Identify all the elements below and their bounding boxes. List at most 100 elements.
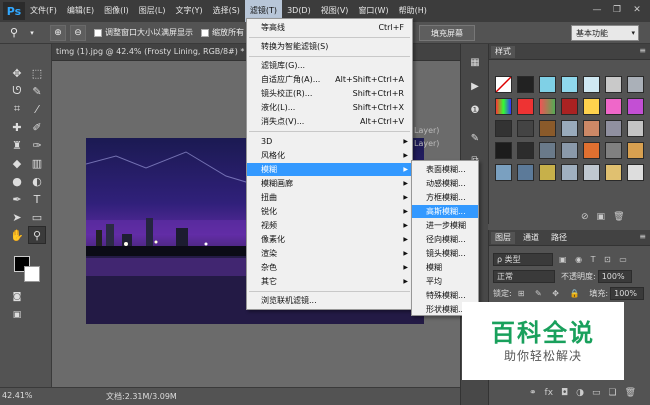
filter-browse-item[interactable]: 浏览联机滤镜... [247,294,412,307]
eraser-tool-icon[interactable]: ◆ [8,154,26,172]
path-select-tool-icon[interactable]: ➤ [8,208,26,226]
blur-motion-item[interactable]: 动感模糊... [412,177,478,190]
filter-last-item[interactable]: 等高线 Ctrl+F [247,21,412,34]
tab-styles[interactable]: 样式 [491,46,515,58]
filter-liquify-item[interactable]: 液化(L)... Shift+Ctrl+X [247,101,412,114]
folder-icon[interactable]: ▭ [592,388,601,398]
filter-distort-item[interactable]: 扭曲 ▶ [247,191,412,204]
filter-other-item[interactable]: 其它 ▶ [247,275,412,288]
filter-3d-item[interactable]: 3D ▶ [247,135,412,148]
blur-lens-item[interactable]: 镜头模糊... [412,247,478,260]
style-swatch[interactable] [605,164,622,181]
brush-tool-icon[interactable]: ✐ [28,118,46,136]
filter-render-item[interactable]: 渲染 ▶ [247,247,412,260]
filter-noise-item[interactable]: 杂色 ▶ [247,261,412,274]
mask-icon[interactable]: ◘ [561,388,568,398]
crop-tool-icon[interactable]: ⌗ [8,100,26,118]
blend-mode-select[interactable]: 正常 [493,269,555,283]
style-swatch[interactable] [627,142,644,159]
gradient-tool-icon[interactable]: ▥ [28,154,46,172]
style-swatch[interactable] [561,120,578,137]
filter-icons[interactable]: ▣ ◉ T ⊡ ▭ [559,255,630,264]
filter-sharpen-item[interactable]: 锐化 ▶ [247,205,412,218]
menu-select[interactable]: 选择(S) [208,0,245,22]
brush-panel-icon[interactable]: ✎ [466,130,484,146]
style-swatch[interactable] [539,98,556,115]
blur-gaussian-item[interactable]: 高斯模糊... [412,205,478,218]
style-swatch[interactable] [561,98,578,115]
quick-mask-icon[interactable]: ◙ [8,288,26,306]
filter-video-item[interactable]: 视频 ▶ [247,219,412,232]
link-icon[interactable]: ⚭ [529,388,537,398]
type-tool-icon[interactable]: T [28,190,46,208]
style-swatch[interactable] [495,98,512,115]
panel-menu-icon[interactable]: ≡ [639,232,646,241]
style-swatch[interactable] [495,76,512,93]
fill-input[interactable]: 100% [610,286,645,300]
resize-windows-checkbox[interactable]: 调整窗口大小以满屏显示 [94,27,193,38]
healing-tool-icon[interactable]: ✚ [8,118,26,136]
lasso-tool-icon[interactable]: ᘎ [8,82,26,100]
style-swatch[interactable] [583,98,600,115]
filter-vanish-item[interactable]: 消失点(V)... Alt+Ctrl+V [247,115,412,128]
menu-type[interactable]: 文字(Y) [170,0,207,22]
style-swatch[interactable] [539,164,556,181]
tab-layers[interactable]: 图层 [491,232,515,244]
style-swatch[interactable] [605,76,622,93]
chevron-down-icon[interactable]: ▾ [24,25,40,41]
tab-paths[interactable]: 路径 [547,232,571,244]
no-style-icon[interactable]: ⊘ [581,212,589,222]
lock-icons[interactable]: ⊞ ✎ ✥ 🔒 [518,289,584,298]
zoom-level[interactable]: 42.41% [2,391,33,400]
style-swatch[interactable] [495,142,512,159]
filter-gallery-item[interactable]: 滤镜库(G)... [247,59,412,72]
zoom-in-button[interactable]: ⊕ [50,24,66,41]
style-swatch[interactable] [517,120,534,137]
style-swatch[interactable] [627,120,644,137]
blur-box-item[interactable]: 方框模糊... [412,191,478,204]
filter-lens-item[interactable]: 镜头校正(R)... Shift+Ctrl+R [247,87,412,100]
blur-tool-icon[interactable]: ● [8,172,26,190]
menu-layer[interactable]: 图层(L) [134,0,171,22]
style-swatch[interactable] [605,120,622,137]
menu-image[interactable]: 图像(I) [99,0,134,22]
style-swatch[interactable] [539,120,556,137]
filter-blur-gallery-item[interactable]: 模糊画廊 ▶ [247,177,412,190]
style-swatch[interactable] [539,76,556,93]
filter-adaptive-item[interactable]: 自适应广角(A)... Alt+Shift+Ctrl+A [247,73,412,86]
zoom-out-button[interactable]: ⊖ [70,24,86,41]
filter-stylize-item[interactable]: 风格化 ▶ [247,149,412,162]
new-layer-icon[interactable]: ❏ [609,388,617,398]
filter-blur-item[interactable]: 模糊 ▶ [247,163,412,176]
blur-surface-item[interactable]: 表面模糊... [412,163,478,176]
style-swatch[interactable] [627,164,644,181]
blur-radial-item[interactable]: 径向模糊... [412,233,478,246]
maximize-button[interactable]: ❐ [608,3,626,17]
background-color-swatch[interactable] [24,266,40,282]
style-swatch[interactable] [517,164,534,181]
zoom-all-checkbox[interactable]: 缩放所有 [201,27,244,38]
fill-screen-button[interactable]: 填充屏幕 [419,25,475,41]
dodge-tool-icon[interactable]: ◐ [28,172,46,190]
style-swatch[interactable] [627,76,644,93]
style-swatch[interactable] [561,164,578,181]
fx-icon[interactable]: fx [545,388,554,398]
blur-plain-item[interactable]: 模糊 [412,261,478,274]
panel-menu-icon[interactable]: ≡ [639,46,646,55]
pen-tool-icon[interactable]: ✒ [8,190,26,208]
blur-further-item[interactable]: 进一步模糊 [412,219,478,232]
shape-tool-icon[interactable]: ▭ [28,208,46,226]
style-swatch[interactable] [583,76,600,93]
hand-tool-icon[interactable]: ✋ [8,226,26,244]
style-swatch[interactable] [539,142,556,159]
new-style-icon[interactable]: ▣ [597,212,606,222]
menu-file[interactable]: 文件(F) [25,0,62,22]
history-panel-icon[interactable]: ▦ [466,54,484,70]
blur-average-item[interactable]: 平均 [412,275,478,288]
history-brush-icon[interactable]: ✑ [28,136,46,154]
screen-mode-icon[interactable]: ▣ [8,306,26,324]
quick-select-tool-icon[interactable]: ✎ [28,82,46,100]
menu-edit[interactable]: 编辑(E) [62,0,99,22]
style-swatch[interactable] [517,142,534,159]
style-swatch[interactable] [583,142,600,159]
